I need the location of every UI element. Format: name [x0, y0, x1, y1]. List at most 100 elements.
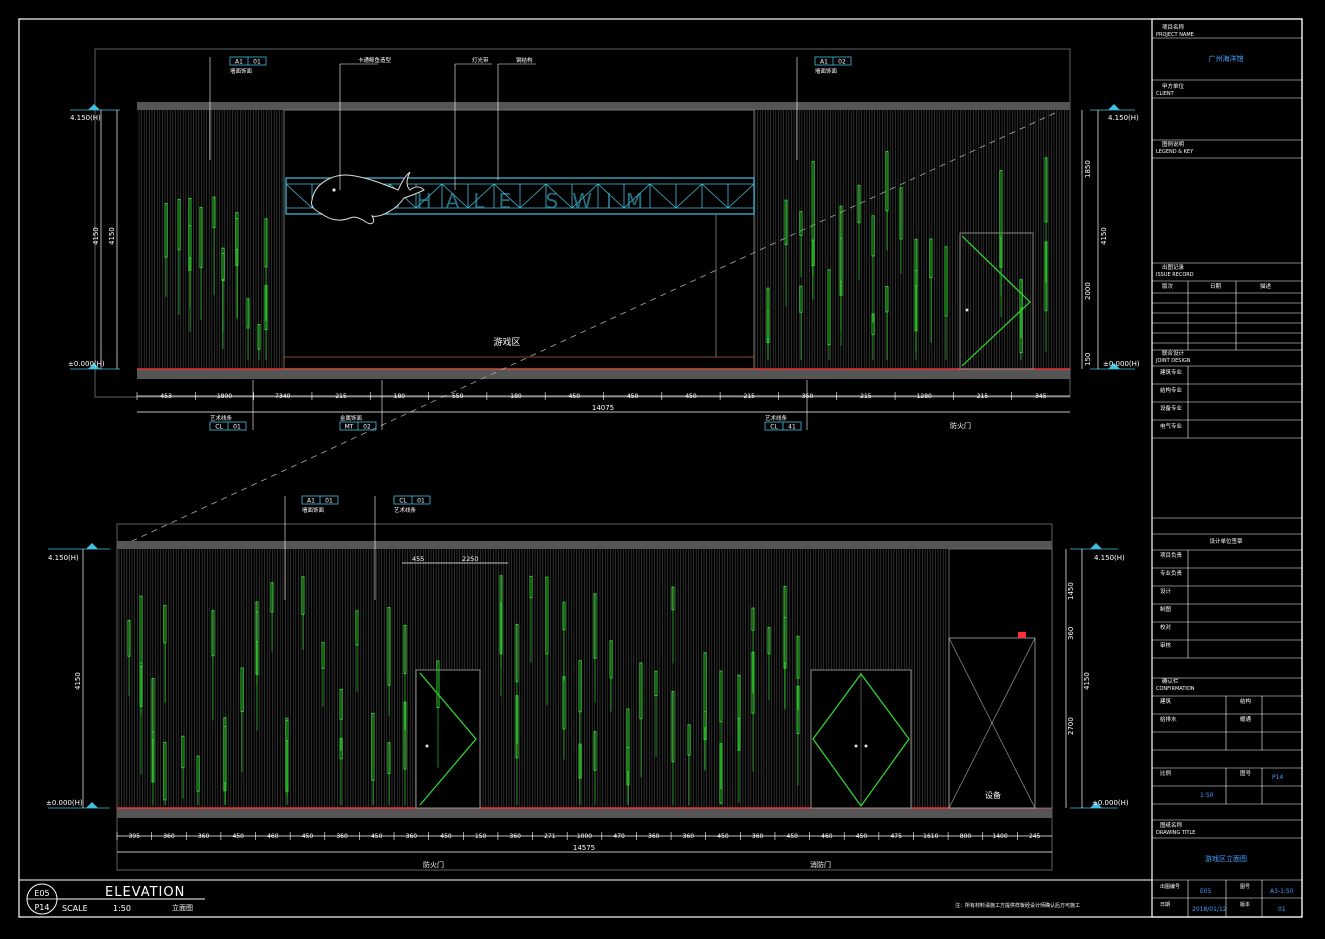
- svg-text:4.150(H): 4.150(H): [1108, 114, 1139, 122]
- tb-bottom-value-1: E05: [1200, 888, 1212, 895]
- dim-label: 550: [452, 393, 464, 400]
- tb-confirm-en: CONFIRMATION: [1156, 686, 1195, 692]
- leader-label: 灯光带: [472, 56, 489, 64]
- dim-label: 450: [371, 833, 383, 840]
- lower-equipment-panel: 设备: [948, 548, 1053, 809]
- leader-label: 卡通鲸鱼造型: [358, 56, 392, 64]
- svg-text:±0.000(H): ±0.000(H): [1092, 799, 1129, 807]
- led-strip: [885, 151, 889, 212]
- tb-confirm-row-2: 结构: [1240, 697, 1252, 705]
- sheet-code-bottom: P14: [34, 903, 49, 912]
- tb-legend-label: 图例说明: [1162, 140, 1185, 148]
- dim-label: 7340: [275, 393, 290, 400]
- dim-label: 360: [752, 833, 764, 840]
- title-block: 项目名称 PROJECT NAME 广州海洋馆 甲方单位 CLIENT 图例说明…: [1152, 23, 1302, 917]
- dim-label: 271: [544, 833, 556, 840]
- tb-sig-row-3: 设计: [1160, 587, 1172, 595]
- dim-label: 460: [267, 833, 279, 840]
- upper-level-markers: 4.150(H) ±0.000(H) 4.150(H) ±0.000(H): [68, 104, 1140, 370]
- tb-issue-en: ISSUE RECORD: [1156, 272, 1194, 278]
- callout-label: 墙面饰面: [302, 506, 325, 514]
- dim-label: 360: [406, 833, 418, 840]
- dim-label: 395: [129, 833, 141, 840]
- scale-label: SCALE: [62, 904, 88, 913]
- dim-label: 450: [856, 833, 868, 840]
- material-callout: MT 02金属饰面: [339, 380, 383, 431]
- tb-issue-col-b: 日期: [1210, 283, 1222, 290]
- elevation-title-cn: 立面图: [172, 903, 193, 912]
- tb-bottom-label-3: 日期: [1160, 902, 1170, 908]
- lower-door-label-a: 防火门: [423, 860, 444, 869]
- tb-joint-row-1: 建筑专业: [1160, 368, 1183, 376]
- led-strip: [578, 660, 582, 713]
- led-strip: [639, 662, 643, 720]
- led-strip: [164, 202, 168, 258]
- truss-sign-text: WHALE SWIM: [383, 189, 657, 213]
- tb-project-name: 广州海洋馆: [1209, 54, 1244, 63]
- callout-code-b: 01: [417, 498, 425, 505]
- upper-room-label: 游戏区: [493, 336, 520, 348]
- led-strip: [929, 238, 933, 279]
- upper-stage-platform: [283, 356, 755, 370]
- tb-joint-row-2: 结构专业: [1160, 386, 1183, 394]
- svg-text:±0.000(H): ±0.000(H): [68, 360, 105, 368]
- whale-eye-icon: [332, 188, 336, 192]
- tb-joint-row-3: 设备专业: [1160, 404, 1183, 412]
- dim-label: 215: [744, 393, 756, 400]
- tb-sheet-value: P14: [1272, 774, 1283, 781]
- svg-text:±0.000(H): ±0.000(H): [1103, 360, 1140, 368]
- led-strip: [944, 246, 948, 317]
- tb-drawing-title-label: 图纸名称: [1160, 821, 1183, 829]
- upper-central-opening: [283, 109, 755, 370]
- led-strip: [827, 269, 831, 346]
- callout-code-b: 01: [253, 59, 261, 66]
- led-strip: [703, 652, 707, 729]
- tb-joint-row-4: 电气专业: [1160, 422, 1183, 430]
- upper-right-vertical-dims: [1081, 110, 1099, 369]
- lower-top-dim-a: 455: [412, 555, 424, 563]
- dim-label: 1000: [577, 833, 592, 840]
- tb-legend-en: LEGEND & KEY: [1156, 149, 1194, 155]
- sheet-code-top: E05: [34, 889, 49, 898]
- upper-left-slat-wall: [138, 110, 283, 369]
- dim-label: 350: [802, 393, 814, 400]
- callout-code-b: 02: [363, 424, 371, 431]
- elevation-title: ELEVATION: [105, 885, 185, 900]
- led-strip: [687, 724, 691, 756]
- callout-code-b: 41: [788, 424, 796, 431]
- upper-floor-band: [137, 369, 1070, 379]
- dim-label: 345: [1035, 393, 1047, 400]
- upper-right-dim-b: 2000: [1084, 282, 1092, 300]
- callout-code-a: A1: [235, 59, 243, 66]
- dim-label: 1800: [217, 393, 232, 400]
- dim-label: 450: [569, 393, 581, 400]
- tb-sig-row-6: 审核: [1160, 641, 1172, 649]
- led-strip: [719, 670, 723, 723]
- lower-floor-band: [117, 808, 1052, 818]
- truss-diagonal: [727, 183, 755, 209]
- led-strip: [899, 187, 903, 240]
- callout-code-b: 02: [838, 59, 846, 66]
- led-strip: [321, 642, 325, 669]
- dim-label: 450: [787, 833, 799, 840]
- lower-door-label-b: 消防门: [810, 860, 831, 869]
- dim-label: 150: [475, 833, 487, 840]
- led-strip: [545, 576, 549, 655]
- dim-label: 360: [648, 833, 660, 840]
- led-strip: [799, 285, 803, 313]
- lower-total-width: 14575: [573, 844, 595, 852]
- callout-label: 艺术线条: [394, 506, 417, 514]
- led-strip: [240, 667, 244, 712]
- svg-text:4.150(H): 4.150(H): [1094, 554, 1125, 562]
- dim-label: 475: [890, 833, 902, 840]
- tb-confirm-row-3: 给排水: [1160, 715, 1177, 723]
- tb-bottom-label-2: 图号: [1240, 884, 1250, 890]
- dim-label: 460: [821, 833, 833, 840]
- upper-right-dim-a: 1850: [1084, 160, 1092, 178]
- dim-label: 360: [510, 833, 522, 840]
- dim-label: 360: [683, 833, 695, 840]
- callout-label: 金属饰面: [340, 414, 363, 422]
- material-callout: CL 41艺术线条: [764, 380, 808, 431]
- lower-door-left: [415, 669, 481, 809]
- led-strip: [562, 601, 566, 631]
